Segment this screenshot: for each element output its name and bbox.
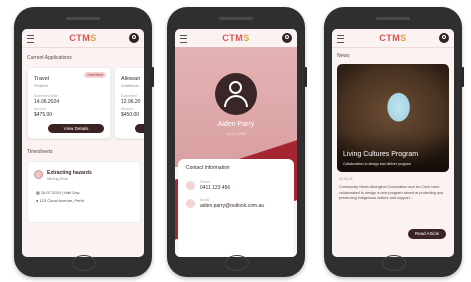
section-title-timesheets: Timesheets bbox=[27, 149, 53, 155]
news-article-image[interactable]: Living Cultures Program Collaboration to… bbox=[337, 64, 449, 172]
app-bar: CTMS bbox=[175, 29, 297, 48]
home-button[interactable] bbox=[225, 255, 249, 271]
article-body: Community News Aboriginal Corporation an… bbox=[339, 185, 444, 200]
user-avatar-icon[interactable] bbox=[215, 73, 257, 115]
ctms-logo: CTMS bbox=[379, 33, 407, 43]
amount-value: $450.00 bbox=[121, 112, 140, 118]
phone-frame-applications: CTMS Current Applications Travel Federal… bbox=[14, 7, 154, 277]
app-bar: CTMS bbox=[22, 29, 144, 48]
app-bar: CTMS bbox=[332, 29, 454, 48]
article-title: Living Cultures Program bbox=[343, 151, 419, 158]
screen-profile: CTMS Aiden Parry 22.01.1990 Contact Info… bbox=[175, 29, 297, 257]
speaker-grille bbox=[376, 17, 410, 20]
email-icon bbox=[186, 199, 195, 208]
timesheet-card[interactable]: Extracting hazards Mining Role ▦ 15.07.2… bbox=[27, 161, 141, 223]
phone-frame-profile: CTMS Aiden Parry 22.01.1990 Contact Info… bbox=[167, 7, 307, 277]
user-dob: 22.01.1990 bbox=[225, 131, 247, 136]
speaker-grille bbox=[66, 17, 100, 20]
card-category: Travel bbox=[34, 76, 50, 82]
section-title-current-applications: Current Applications bbox=[27, 55, 72, 61]
card-subtitle: Additional bbox=[121, 83, 139, 88]
view-details-button-partial[interactable] bbox=[135, 124, 144, 133]
phone-frame-news: CTMS News Living Cultures Program Collab… bbox=[324, 7, 464, 277]
date-label: Submitted bbox=[121, 94, 137, 98]
timesheet-date: ▦ 15.07.2024 | Half Day bbox=[36, 190, 80, 195]
user-name: Aiden Parry bbox=[217, 121, 255, 128]
speaker-grille bbox=[219, 17, 253, 20]
hazard-icon bbox=[34, 170, 43, 179]
application-card[interactable]: Travel Federal Submitted Submitted Date … bbox=[27, 67, 111, 139]
date-value: 12.06.20 bbox=[121, 99, 141, 105]
profile-avatar-icon[interactable] bbox=[439, 33, 449, 43]
section-title-news: News bbox=[337, 53, 350, 59]
card-category: Allowan bbox=[121, 76, 141, 82]
view-details-button[interactable]: View Details bbox=[48, 124, 104, 133]
timesheet-subtitle: Mining Role bbox=[47, 176, 69, 181]
read-article-button[interactable]: Read Article bbox=[408, 229, 446, 239]
profile-avatar-icon[interactable] bbox=[282, 33, 292, 43]
amount-label: Amount bbox=[121, 107, 134, 111]
amount-label: Amount bbox=[34, 107, 47, 111]
timesheet-location: ● 123 Cloud Avenue, Perth bbox=[36, 198, 84, 203]
article-subtitle: Collaboration to design and deliver prog… bbox=[343, 162, 411, 166]
screen-applications: CTMS Current Applications Travel Federal… bbox=[22, 29, 144, 257]
phone-value[interactable]: 0411 123 456 bbox=[200, 185, 230, 191]
card-subtitle: Federal bbox=[34, 83, 48, 88]
profile-avatar-icon[interactable] bbox=[129, 33, 139, 43]
date-label: Submitted Date bbox=[34, 94, 59, 98]
email-label: Email bbox=[200, 198, 209, 202]
email-value[interactable]: aiden.parry@outlook.com.au bbox=[200, 203, 264, 209]
contact-title: Contact Information bbox=[186, 165, 230, 171]
amount-value: $475.00 bbox=[34, 112, 53, 118]
home-button[interactable] bbox=[72, 255, 96, 271]
contact-information-card: Contact Information Phone 0411 123 456 E… bbox=[178, 159, 294, 257]
date-value: 14.06.2024 bbox=[34, 99, 60, 105]
home-button[interactable] bbox=[382, 255, 406, 271]
article-date: 03.06.24 bbox=[339, 177, 353, 181]
phone-label: Phone bbox=[200, 180, 211, 184]
screen-news: CTMS News Living Cultures Program Collab… bbox=[332, 29, 454, 257]
application-card[interactable]: Allowan Additional Submitted 12.06.20 Am… bbox=[114, 67, 144, 139]
status-badge: Submitted bbox=[84, 72, 106, 78]
phone-icon bbox=[186, 181, 195, 190]
ctms-logo: CTMS bbox=[222, 33, 250, 43]
ctms-logo: CTMS bbox=[69, 33, 97, 43]
